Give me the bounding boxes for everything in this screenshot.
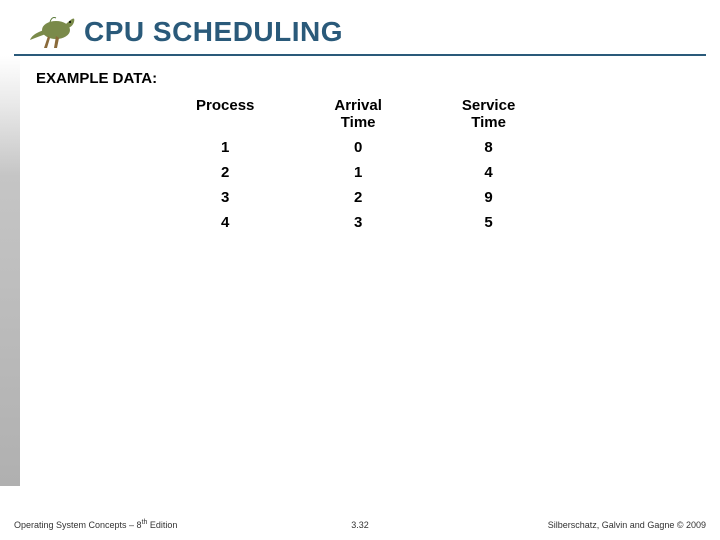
cell-arrival: 2 (294, 185, 422, 210)
page-title: CPU SCHEDULING (84, 16, 343, 48)
table-row: 4 3 5 (156, 210, 555, 235)
col-arrival-label-1: Arrival (334, 97, 382, 114)
cell-process: 1 (156, 135, 294, 160)
cell-arrival: 1 (294, 160, 422, 185)
cell-arrival: 0 (294, 135, 422, 160)
col-process-label: Process (196, 97, 254, 114)
col-service-label-1: Service (462, 97, 515, 114)
slide: CPU SCHEDULING EXAMPLE DATA: Process Arr… (0, 0, 720, 540)
content-area: EXAMPLE DATA: Process Arrival Time Servi… (36, 70, 684, 235)
table-row: 2 1 4 (156, 160, 555, 185)
example-data-table: Process Arrival Time Service Time 1 0 (156, 93, 555, 235)
footer: Operating System Concepts – 8th Edition … (14, 519, 706, 530)
left-gradient-bar (0, 56, 20, 486)
footer-left-text-a: Operating System Concepts – 8 (14, 520, 142, 530)
col-arrival-label-2: Time (341, 114, 376, 131)
title-underline (14, 54, 706, 56)
table-header-row: Process Arrival Time Service Time (156, 93, 555, 135)
dinosaur-logo (26, 8, 80, 50)
cell-service: 9 (422, 185, 555, 210)
cell-service: 8 (422, 135, 555, 160)
cell-service: 5 (422, 210, 555, 235)
footer-page-number: 3.32 (351, 520, 369, 530)
cell-arrival: 3 (294, 210, 422, 235)
table-row: 1 0 8 (156, 135, 555, 160)
cell-process: 3 (156, 185, 294, 210)
col-service-label-2: Time (471, 114, 506, 131)
example-label: EXAMPLE DATA: (36, 70, 684, 87)
table-row: 3 2 9 (156, 185, 555, 210)
footer-right: Silberschatz, Galvin and Gagne © 2009 (548, 520, 706, 530)
cell-process: 4 (156, 210, 294, 235)
cell-service: 4 (422, 160, 555, 185)
footer-left-text-b: Edition (147, 520, 177, 530)
col-process: Process (156, 93, 294, 135)
col-service: Service Time (422, 93, 555, 135)
footer-left: Operating System Concepts – 8th Edition (14, 519, 177, 530)
cell-process: 2 (156, 160, 294, 185)
col-arrival: Arrival Time (294, 93, 422, 135)
